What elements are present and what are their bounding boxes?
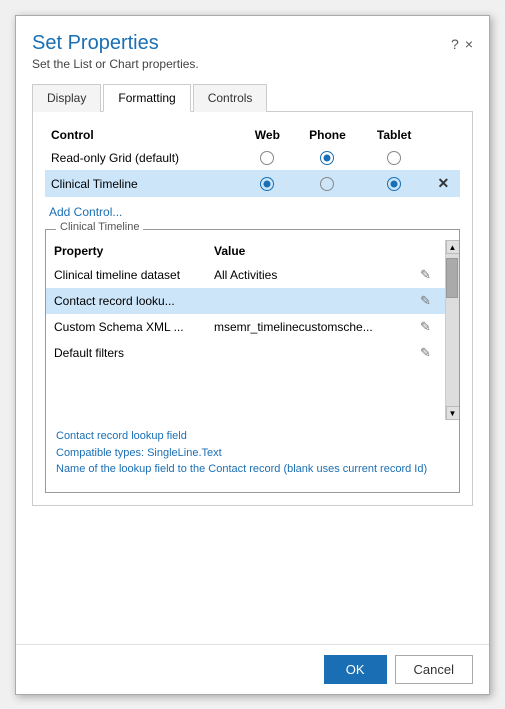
radio-icon[interactable] (387, 177, 401, 191)
delete-icon[interactable]: ✕ (437, 175, 449, 191)
control-name: Read-only Grid (default) (45, 146, 241, 171)
close-icon[interactable]: × (465, 36, 473, 52)
prop-edit[interactable]: ✎ (412, 314, 445, 340)
table-row: Clinical Timeline ✕ (45, 170, 460, 197)
prop-name: Clinical timeline dataset (46, 262, 206, 288)
edit-icon[interactable]: ✎ (420, 267, 431, 282)
radio-icon[interactable] (387, 151, 401, 165)
radio-phone-2[interactable] (293, 170, 361, 197)
radio-web-1[interactable] (241, 146, 293, 171)
dialog-footer: OK Cancel (16, 644, 489, 694)
prop-value: msemr_timelinecustomsche... (206, 314, 412, 340)
add-control-link[interactable]: Add Control... (49, 205, 460, 219)
properties-table-wrap: Property Value Clinical timeline dataset… (46, 240, 445, 420)
tab-bar: Display Formatting Controls (32, 83, 473, 112)
col-header-tablet: Tablet (362, 124, 427, 146)
radio-tablet-2[interactable] (362, 170, 427, 197)
controls-table: Control Web Phone Tablet Read-only Grid … (45, 124, 460, 198)
table-row: Contact record looku... ✎ (46, 288, 445, 314)
tab-formatting[interactable]: Formatting (103, 84, 190, 112)
table-row: Read-only Grid (default) (45, 146, 460, 171)
col-header-delete (427, 124, 460, 146)
prop-name: Custom Schema XML ... (46, 314, 206, 340)
description-area: Contact record lookup field Compatible t… (46, 420, 459, 482)
prop-value: All Activities (206, 262, 412, 288)
col-header-web: Web (241, 124, 293, 146)
radio-icon[interactable] (320, 151, 334, 165)
dialog-title-area: Set Properties Set the List or Chart pro… (32, 32, 451, 71)
prop-edit[interactable]: ✎ (412, 262, 445, 288)
section-box-clinical-timeline: Clinical Timeline Property Value (45, 229, 460, 493)
table-row: Custom Schema XML ... msemr_timelinecust… (46, 314, 445, 340)
ok-button[interactable]: OK (324, 655, 387, 684)
dialog-subtitle: Set the List or Chart properties. (32, 57, 451, 71)
dialog-header-icons: ? × (451, 32, 473, 52)
prop-name: Default filters (46, 340, 206, 366)
edit-icon[interactable]: ✎ (420, 345, 431, 360)
dialog-body: Display Formatting Controls Control Web … (16, 75, 489, 644)
radio-icon[interactable] (320, 177, 334, 191)
prop-col-header-edit (412, 240, 445, 262)
scrollbar[interactable]: ▲ ▼ (445, 240, 459, 420)
help-icon[interactable]: ? (451, 36, 459, 52)
radio-tablet-1[interactable] (362, 146, 427, 171)
properties-table: Property Value Clinical timeline dataset… (46, 240, 445, 366)
radio-icon[interactable] (260, 151, 274, 165)
set-properties-dialog: Set Properties Set the List or Chart pro… (15, 15, 490, 695)
description-line1: Contact record lookup field (56, 428, 449, 445)
tab-display[interactable]: Display (32, 84, 101, 112)
tab-controls[interactable]: Controls (193, 84, 268, 112)
delete-cell-1 (427, 146, 460, 171)
scroll-down-arrow[interactable]: ▼ (446, 406, 460, 420)
prop-col-header-property: Property (46, 240, 206, 262)
col-header-phone: Phone (293, 124, 361, 146)
description-line2: Compatible types: SingleLine.Text (56, 445, 449, 462)
dialog-header: Set Properties Set the List or Chart pro… (16, 16, 489, 75)
prop-value (206, 340, 412, 366)
scroll-up-arrow[interactable]: ▲ (446, 240, 460, 254)
scroll-thumb[interactable] (446, 258, 458, 298)
radio-icon[interactable] (260, 177, 274, 191)
prop-edit[interactable]: ✎ (412, 340, 445, 366)
table-row: Default filters ✎ (46, 340, 445, 366)
edit-icon[interactable]: ✎ (420, 293, 431, 308)
table-row: Clinical timeline dataset All Activities… (46, 262, 445, 288)
prop-col-header-value: Value (206, 240, 412, 262)
col-header-control: Control (45, 124, 241, 146)
dialog-title: Set Properties (32, 32, 451, 55)
prop-edit[interactable]: ✎ (412, 288, 445, 314)
scroll-track (446, 254, 459, 406)
description-line3: Name of the lookup field to the Contact … (56, 461, 449, 478)
radio-web-2[interactable] (241, 170, 293, 197)
radio-phone-1[interactable] (293, 146, 361, 171)
edit-icon[interactable]: ✎ (420, 319, 431, 334)
properties-area: Property Value Clinical timeline dataset… (46, 240, 459, 420)
tab-content-formatting: Control Web Phone Tablet Read-only Grid … (32, 112, 473, 506)
cancel-button[interactable]: Cancel (395, 655, 473, 684)
section-legend: Clinical Timeline (56, 221, 143, 233)
control-name: Clinical Timeline (45, 170, 241, 197)
prop-value (206, 288, 412, 314)
prop-name: Contact record looku... (46, 288, 206, 314)
delete-cell-2[interactable]: ✕ (427, 170, 460, 197)
